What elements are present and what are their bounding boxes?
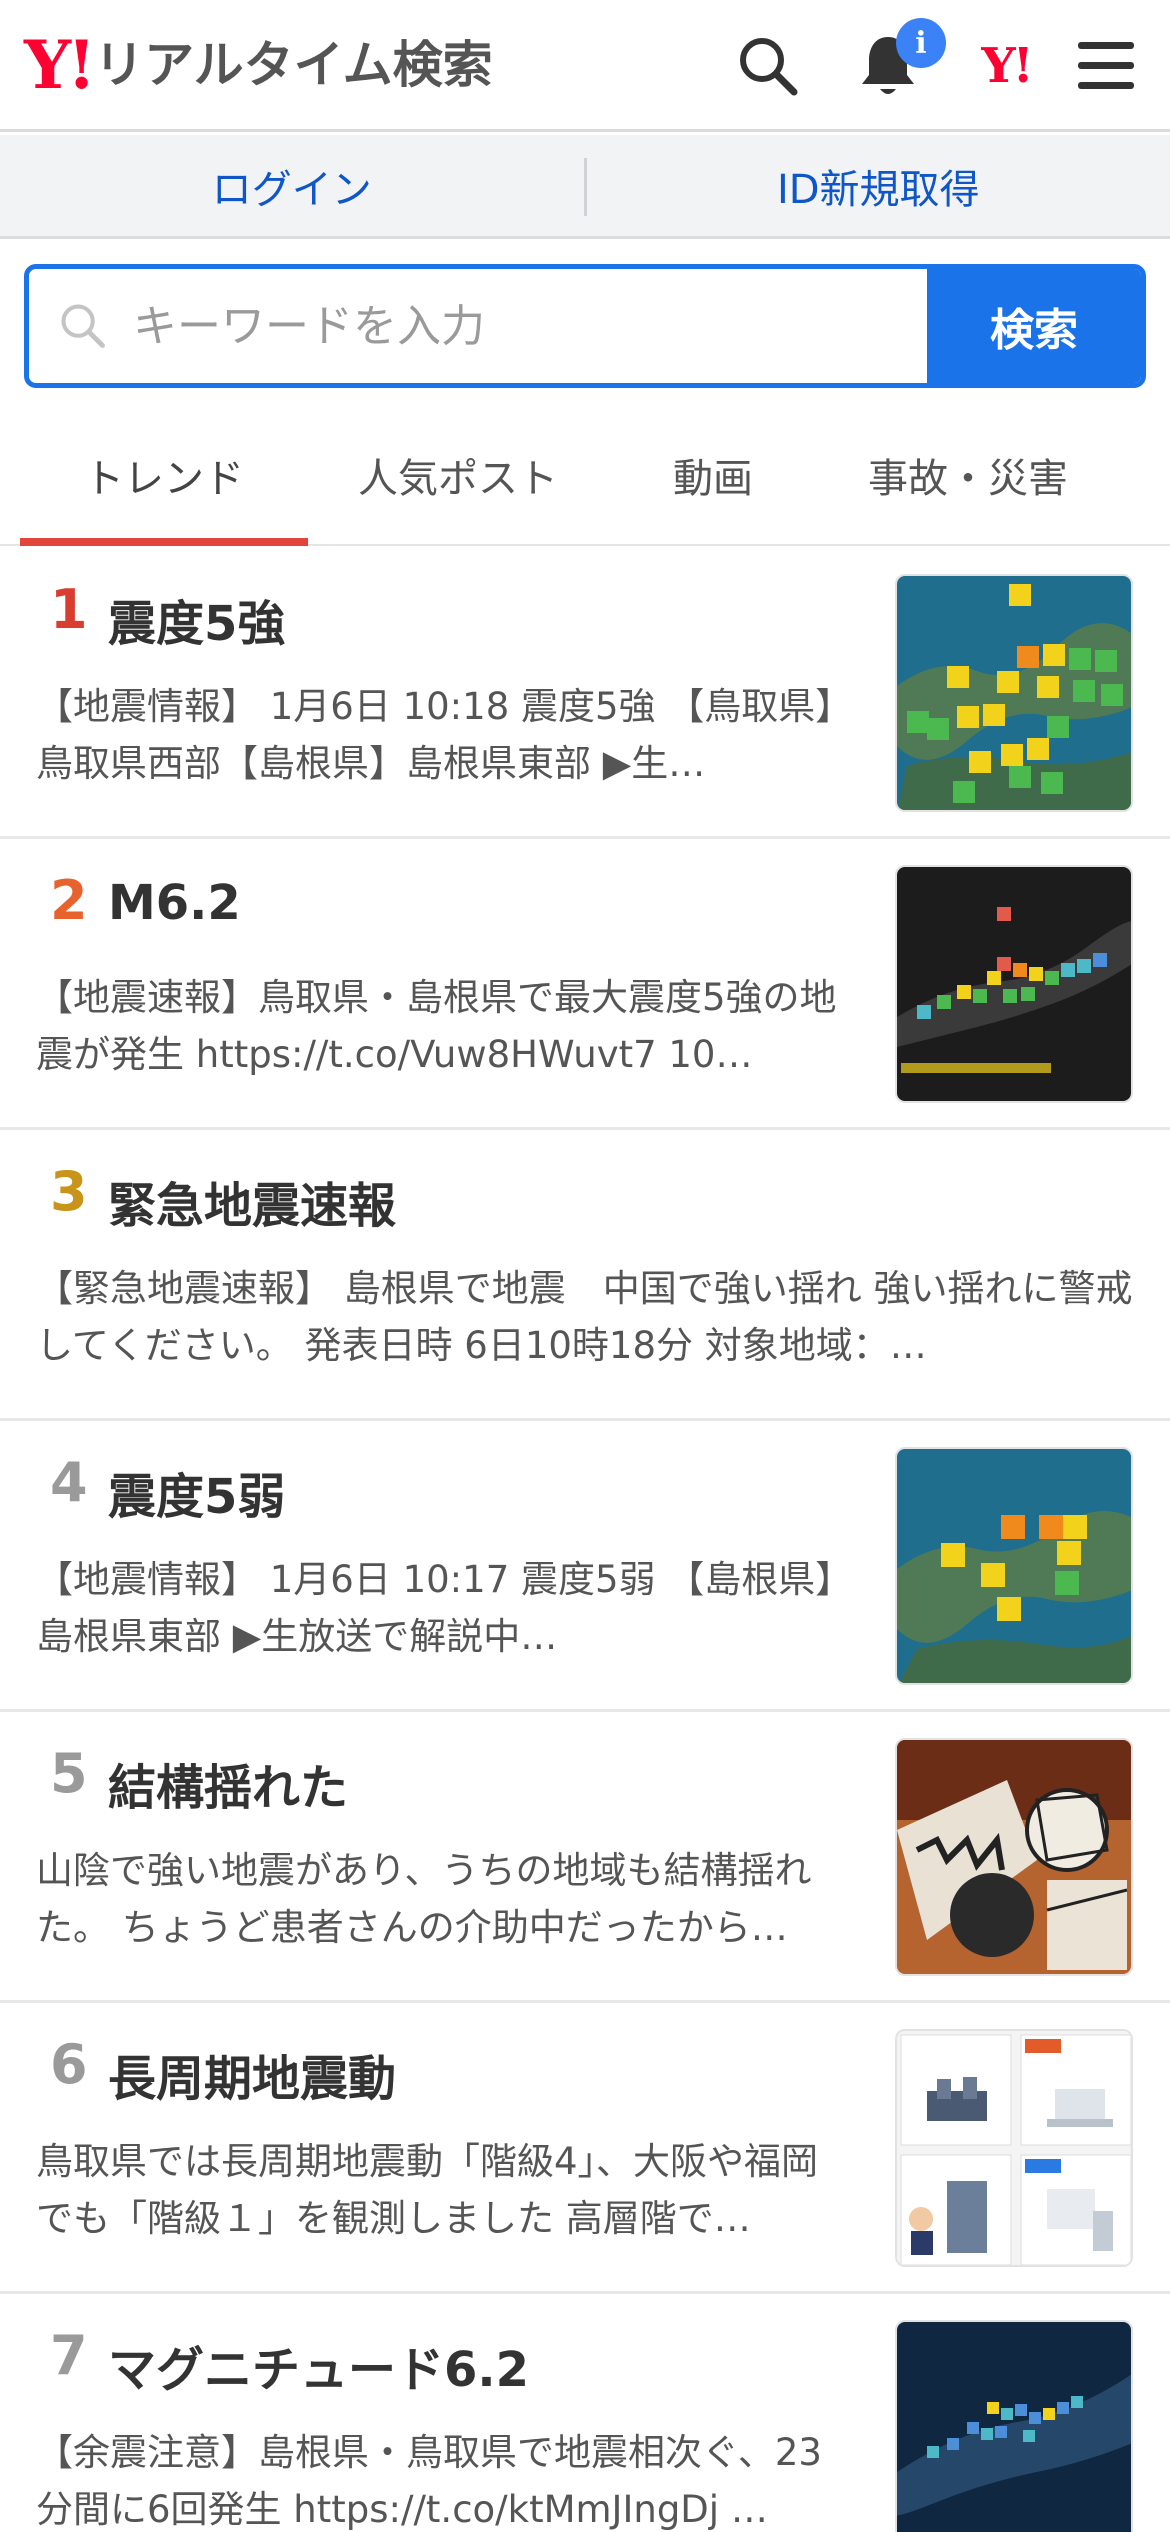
trend-keyword: マグニチュード6.2 xyxy=(108,2342,530,2398)
trend-item-5[interactable]: 5 結構揺れた 山陰で強い地震があり、うちの地域も結構揺れた。 ちょうど患者さん… xyxy=(0,1712,1170,2003)
tab-videos[interactable]: 動画 xyxy=(608,408,818,542)
tab-trend[interactable]: トレンド xyxy=(20,408,308,546)
trend-rank: 4 xyxy=(50,1451,88,1514)
trend-item-3[interactable]: 3 緊急地震速報 【緊急地震速報】 島根県で地震 中国で強い揺れ 強い揺れに警戒… xyxy=(0,1130,1170,1421)
tab-popular-posts[interactable]: 人気ポスト xyxy=(308,408,608,542)
trend-keyword: 震度5強 xyxy=(108,596,286,652)
trend-keyword: 緊急地震速報 xyxy=(108,1178,397,1234)
trend-rank: 6 xyxy=(50,2033,88,2096)
yahoo-japan-icon[interactable]: Y! xyxy=(968,28,1044,104)
trend-item-4[interactable]: 4 震度5弱 【地震情報】 1月6日 10:17 震度5弱 【島根県】島根県東部… xyxy=(0,1421,1170,1712)
trend-item-7[interactable]: 7 マグニチュード6.2 【余震注意】島根県・鳥取県で地震相次ぐ、23分間に6回… xyxy=(0,2294,1170,2532)
logo-title: リアルタイム検索 xyxy=(94,36,493,94)
trend-rank: 3 xyxy=(50,1160,88,1223)
yahoo-realtime-logo[interactable]: Y! リアルタイム検索 xyxy=(24,30,493,100)
notification-badge: i xyxy=(896,18,946,68)
trend-snippet: 鳥取県では長周期地震動「階級4」、大阪や福岡でも「階級１」を観測しました 高層階… xyxy=(36,2140,819,2240)
trend-rank: 1 xyxy=(50,578,88,641)
category-tabs: トレンド 人気ポスト 動画 事故・災害 xyxy=(0,408,1170,546)
earthquake-map-thumbnail[interactable] xyxy=(895,574,1133,812)
trend-item-1[interactable]: 1 震度5強 【地震情報】 1月6日 10:18 震度5強 【鳥取県】鳥取県西部… xyxy=(0,548,1170,839)
trend-keyword: 震度5弱 xyxy=(108,1469,286,1525)
hamburger-menu-icon[interactable] xyxy=(1068,28,1144,104)
trend-rank: 7 xyxy=(50,2324,88,2387)
search-field-icon xyxy=(61,304,105,348)
trend-keyword: M6.2 xyxy=(108,875,241,931)
trend-list: 1 震度5強 【地震情報】 1月6日 10:18 震度5強 【鳥取県】鳥取県西部… xyxy=(0,548,1170,2532)
tab-accidents-disasters[interactable]: 事故・災害 xyxy=(818,408,1118,542)
manga-illustration-thumbnail[interactable] xyxy=(895,1738,1133,1976)
trend-keyword: 結構揺れた xyxy=(108,1760,349,1816)
trend-item-2[interactable]: 2 M6.2 【地震速報】鳥取県・島根県で最大震度5強の地震が発生 https:… xyxy=(0,839,1170,1130)
notification-bell-icon[interactable]: i xyxy=(850,18,946,104)
trend-snippet: 【地震情報】 1月6日 10:17 震度5弱 【島根県】島根県東部 ▶生放送で解… xyxy=(36,1558,834,1658)
search-input[interactable] xyxy=(133,300,873,352)
trend-snippet: 【地震情報】 1月6日 10:18 震度5強 【鳥取県】鳥取県西部【島根県】島根… xyxy=(36,685,834,785)
trend-snippet: 【緊急地震速報】 島根県で地震 中国で強い揺れ 強い揺れに警戒してください。 発… xyxy=(36,1267,1133,1367)
trend-keyword: 長周期地震動 xyxy=(108,2051,397,2107)
earthquake-dark-map-thumbnail[interactable] xyxy=(895,865,1133,1103)
account-bar: ログイン ID新規取得 xyxy=(0,135,1170,239)
trend-snippet: 【余震注意】島根県・鳥取県で地震相次ぐ、23分間に6回発生 https://t.… xyxy=(36,2431,822,2531)
search-field xyxy=(29,269,927,383)
infographic-thumbnail[interactable] xyxy=(895,2029,1133,2267)
yj-mark-text: Y! xyxy=(981,38,1033,94)
search-button[interactable]: 検索 xyxy=(927,269,1141,383)
earthquake-dark-map-thumbnail[interactable] xyxy=(895,2320,1133,2532)
trend-item-6[interactable]: 6 長周期地震動 鳥取県では長周期地震動「階級4」、大阪や福岡でも「階級１」を観… xyxy=(0,2003,1170,2294)
trend-snippet: 山陰で強い地震があり、うちの地域も結構揺れた。 ちょうど患者さんの介助中だったか… xyxy=(36,1849,812,1949)
yahoo-logo-mark: Y! xyxy=(24,26,96,104)
login-link[interactable]: ログイン xyxy=(0,135,584,236)
trend-rank: 5 xyxy=(50,1742,88,1805)
search-icon[interactable] xyxy=(730,28,806,104)
trend-snippet: 【地震速報】鳥取県・島根県で最大震度5強の地震が発生 https://t.co/… xyxy=(36,976,837,1076)
search-form: 検索 xyxy=(24,264,1146,388)
trend-rank: 2 xyxy=(50,869,88,932)
earthquake-map-thumbnail[interactable] xyxy=(895,1447,1133,1685)
app-header: Y! リアルタイム検索 i Y! xyxy=(0,0,1170,132)
register-link[interactable]: ID新規取得 xyxy=(587,135,1170,236)
